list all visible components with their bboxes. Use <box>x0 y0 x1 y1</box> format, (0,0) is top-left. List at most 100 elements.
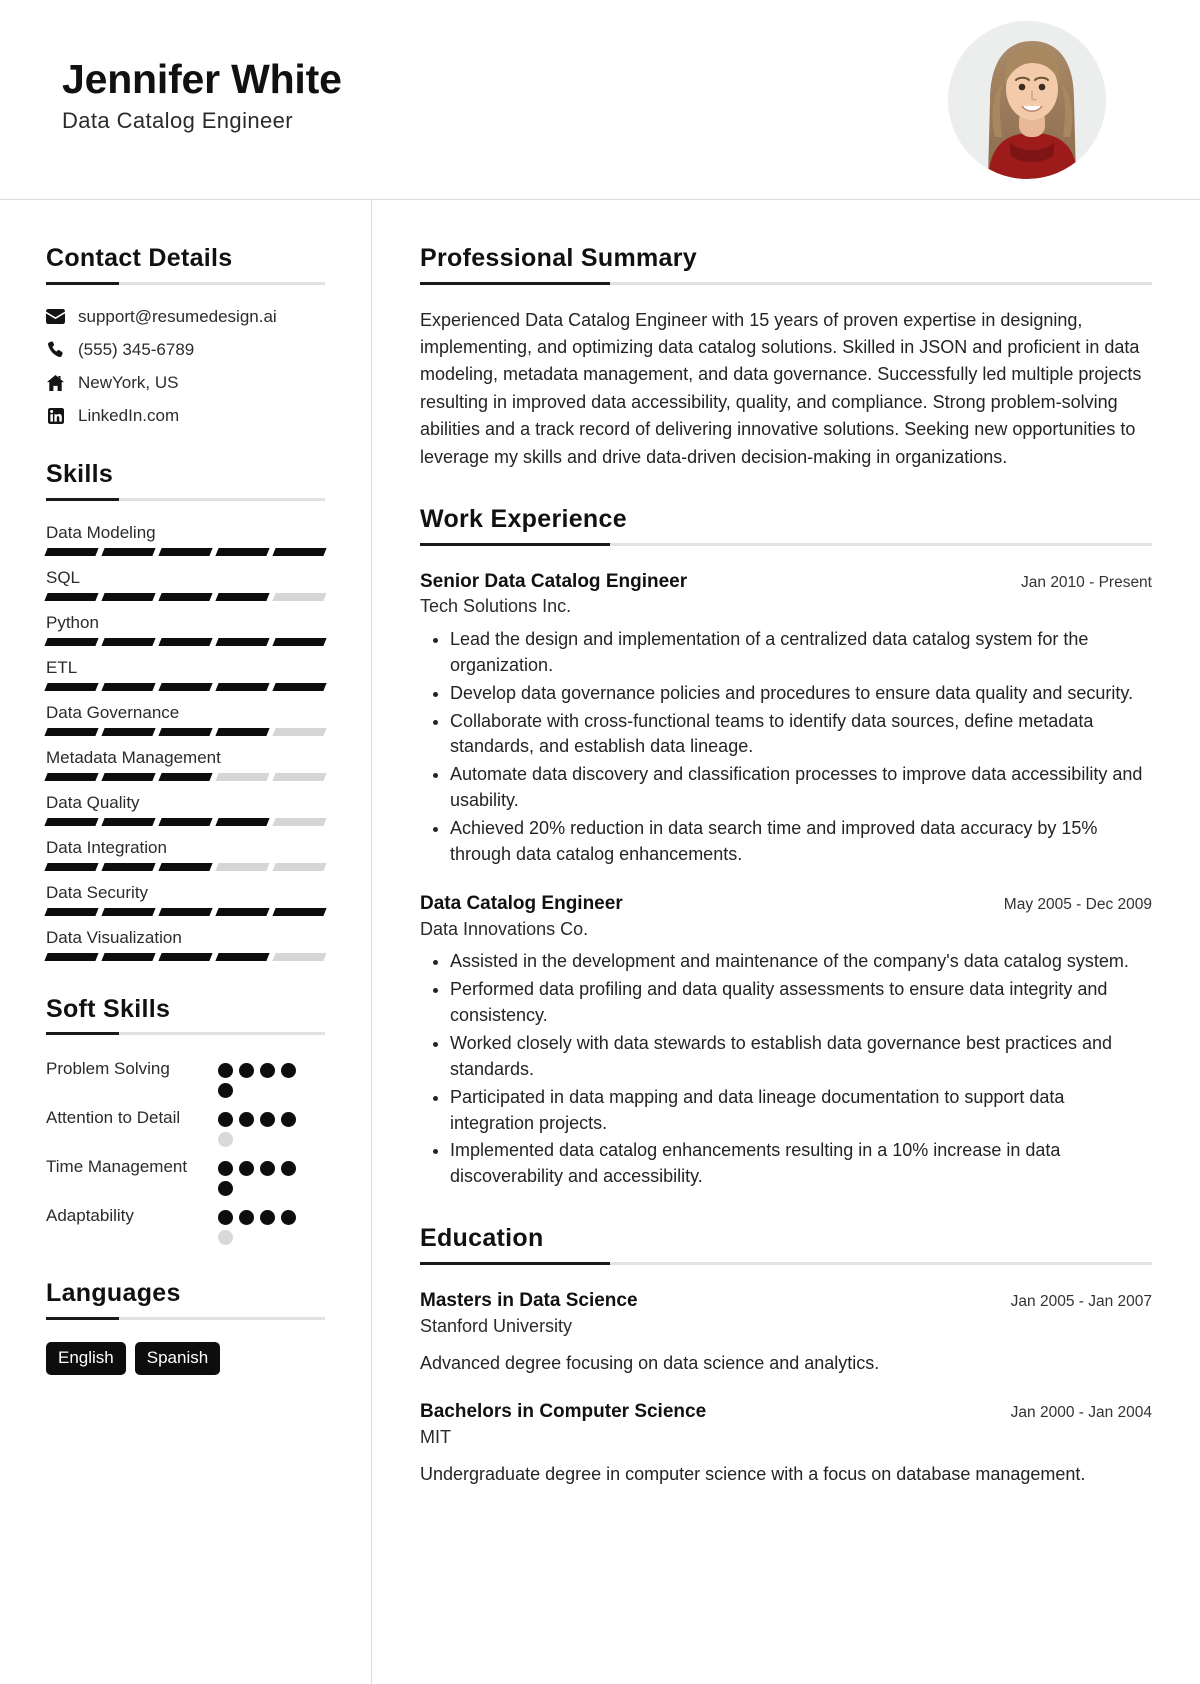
soft-skill-rating <box>218 1204 306 1246</box>
skill-bar-segment <box>215 592 270 601</box>
avatar <box>948 20 1106 179</box>
section-heading: Soft Skills <box>46 994 171 1023</box>
soft-skill-rating <box>218 1155 306 1197</box>
profile-photo-icon <box>948 20 1106 179</box>
skill-bar-segment <box>158 907 213 916</box>
entry-header: Data Catalog Engineer May 2005 - Dec 2009 <box>420 892 1152 916</box>
education-description: Undergraduate degree in computer science… <box>420 1464 1086 1485</box>
skill-bar-segment <box>101 907 156 916</box>
skill-bar-segment <box>44 547 99 556</box>
section-heading: Skills <box>46 459 114 488</box>
job-role: Data Catalog Engineer <box>420 892 623 914</box>
skill-bar-segment <box>101 637 156 646</box>
skill-bar-segment <box>215 682 270 691</box>
language-tag[interactable]: Spanish <box>134 1342 221 1376</box>
skill-item: Data Modeling <box>44 522 327 556</box>
rating-dot <box>218 1132 233 1148</box>
skill-bar-segment <box>44 817 99 826</box>
contact-item[interactable]: NewYork, US <box>46 373 325 393</box>
skill-label: Data Modeling <box>46 522 156 542</box>
skill-label: Python <box>46 612 99 632</box>
section-heading: Work Experience <box>420 504 627 533</box>
contact-item[interactable]: support@resumedesign.ai <box>46 307 325 327</box>
soft-skill-item: Time Management <box>46 1155 325 1197</box>
section-rule <box>420 542 1152 546</box>
contact-item[interactable]: (555) 345-6789 <box>46 340 325 360</box>
degree-title: Masters in Data Science <box>420 1290 638 1311</box>
skill-bar-segment <box>158 592 213 601</box>
education-description: Advanced degree focusing on data science… <box>420 1353 880 1374</box>
rating-dot <box>218 1230 233 1246</box>
education-date-range: Jan 2000 - Jan 2004 <box>1010 1404 1152 1422</box>
responsibility-list: Assisted in the development and maintena… <box>420 949 1152 1190</box>
skill-item: Data Quality <box>44 793 327 826</box>
skill-bar-segment <box>101 862 156 871</box>
section-skills: Skills Data Modeling SQL Python ETL Data Gov… <box>44 459 327 961</box>
list-item: Lead the design and implementation of a … <box>450 627 1152 679</box>
skill-label: Data Security <box>46 882 149 902</box>
rating-dot <box>260 1063 275 1079</box>
responsibility-list: Lead the design and implementation of a … <box>420 627 1152 868</box>
section-professional-summary: Professional Summary Experienced Data Ca… <box>420 244 1152 471</box>
skill-bar-segment <box>44 592 99 601</box>
section-soft-skills: Soft Skills Problem Solving Attention to … <box>46 995 325 1246</box>
skill-bar-segment <box>44 907 99 916</box>
list-item: Assisted in the development and maintena… <box>450 949 1152 975</box>
education-entry: Masters in Data Science Jan 2005 - Jan 20… <box>420 1289 1152 1376</box>
section-work-experience: Work Experience Senior Data Catalog Engi… <box>420 505 1152 1190</box>
list-item: Automate data discovery and classificati… <box>450 762 1152 814</box>
rating-dot <box>218 1161 233 1177</box>
rating-dot <box>218 1063 233 1079</box>
skill-bar-segment <box>44 727 99 736</box>
skill-bar-segment <box>272 952 327 961</box>
experience-entry: Data Catalog Engineer May 2005 - Dec 2009… <box>420 892 1152 1190</box>
phone-icon <box>46 341 65 358</box>
skill-level-bar <box>44 817 327 826</box>
rating-dot <box>260 1112 275 1128</box>
section-rule <box>420 281 1152 285</box>
skill-bar-segment <box>101 817 156 826</box>
skill-bar-segment <box>215 907 270 916</box>
section-languages: Languages English Spanish <box>46 1279 325 1376</box>
section-heading: Professional Summary <box>420 244 697 272</box>
skill-item: Data Governance <box>44 703 327 736</box>
skill-item: ETL <box>44 658 327 691</box>
rating-dot <box>281 1112 296 1128</box>
rating-dot <box>218 1210 233 1226</box>
skill-label: Data Integration <box>46 837 167 857</box>
soft-skill-item: Attention to Detail <box>46 1106 325 1148</box>
skill-level-bar <box>44 772 327 781</box>
contact-value: NewYork, US <box>78 372 179 392</box>
list-item: Performed data profiling and data qualit… <box>450 977 1152 1029</box>
soft-skill-item: Adaptability <box>46 1204 325 1246</box>
contact-value: LinkedIn.com <box>78 405 180 425</box>
skill-bar-segment <box>158 727 213 736</box>
contact-value: (555) 345-6789 <box>78 339 195 359</box>
skill-level-bar <box>44 952 327 961</box>
main-content: Professional Summary Experienced Data Ca… <box>372 200 1200 1684</box>
section-education: Education Masters in Data Science Jan 200… <box>420 1224 1152 1487</box>
resume-body: Contact Details support@resumedesign.ai (… <box>0 200 1200 1684</box>
rating-dot <box>260 1210 275 1226</box>
skill-bar-segment <box>215 862 270 871</box>
language-tag[interactable]: English <box>46 1342 126 1376</box>
contact-item[interactable]: LinkedIn.com <box>46 406 325 426</box>
rating-dot <box>218 1112 233 1128</box>
skill-item: Data Security <box>44 882 327 916</box>
soft-skill-rating <box>218 1057 306 1099</box>
page-title: Jennifer White <box>62 55 342 102</box>
section-heading: Contact Details <box>46 244 233 272</box>
languages-list: English Spanish <box>46 1342 325 1376</box>
contact-value: support@resumedesign.ai <box>78 306 277 326</box>
skill-bar-segment <box>101 547 156 556</box>
envelope-icon <box>46 309 65 325</box>
skill-bar-segment <box>44 772 99 781</box>
skill-bar-segment <box>272 817 327 826</box>
skill-level-bar <box>44 547 327 556</box>
experience-entry: Senior Data Catalog Engineer Jan 2010 - P… <box>420 570 1152 868</box>
header-identity: Jennifer White Data Catalog Engineer <box>62 55 342 144</box>
skill-level-bar <box>44 907 327 916</box>
section-rule <box>46 1032 325 1036</box>
skill-bar-segment <box>272 592 327 601</box>
entry-header: Masters in Data Science Jan 2005 - Jan 20… <box>420 1289 1152 1313</box>
